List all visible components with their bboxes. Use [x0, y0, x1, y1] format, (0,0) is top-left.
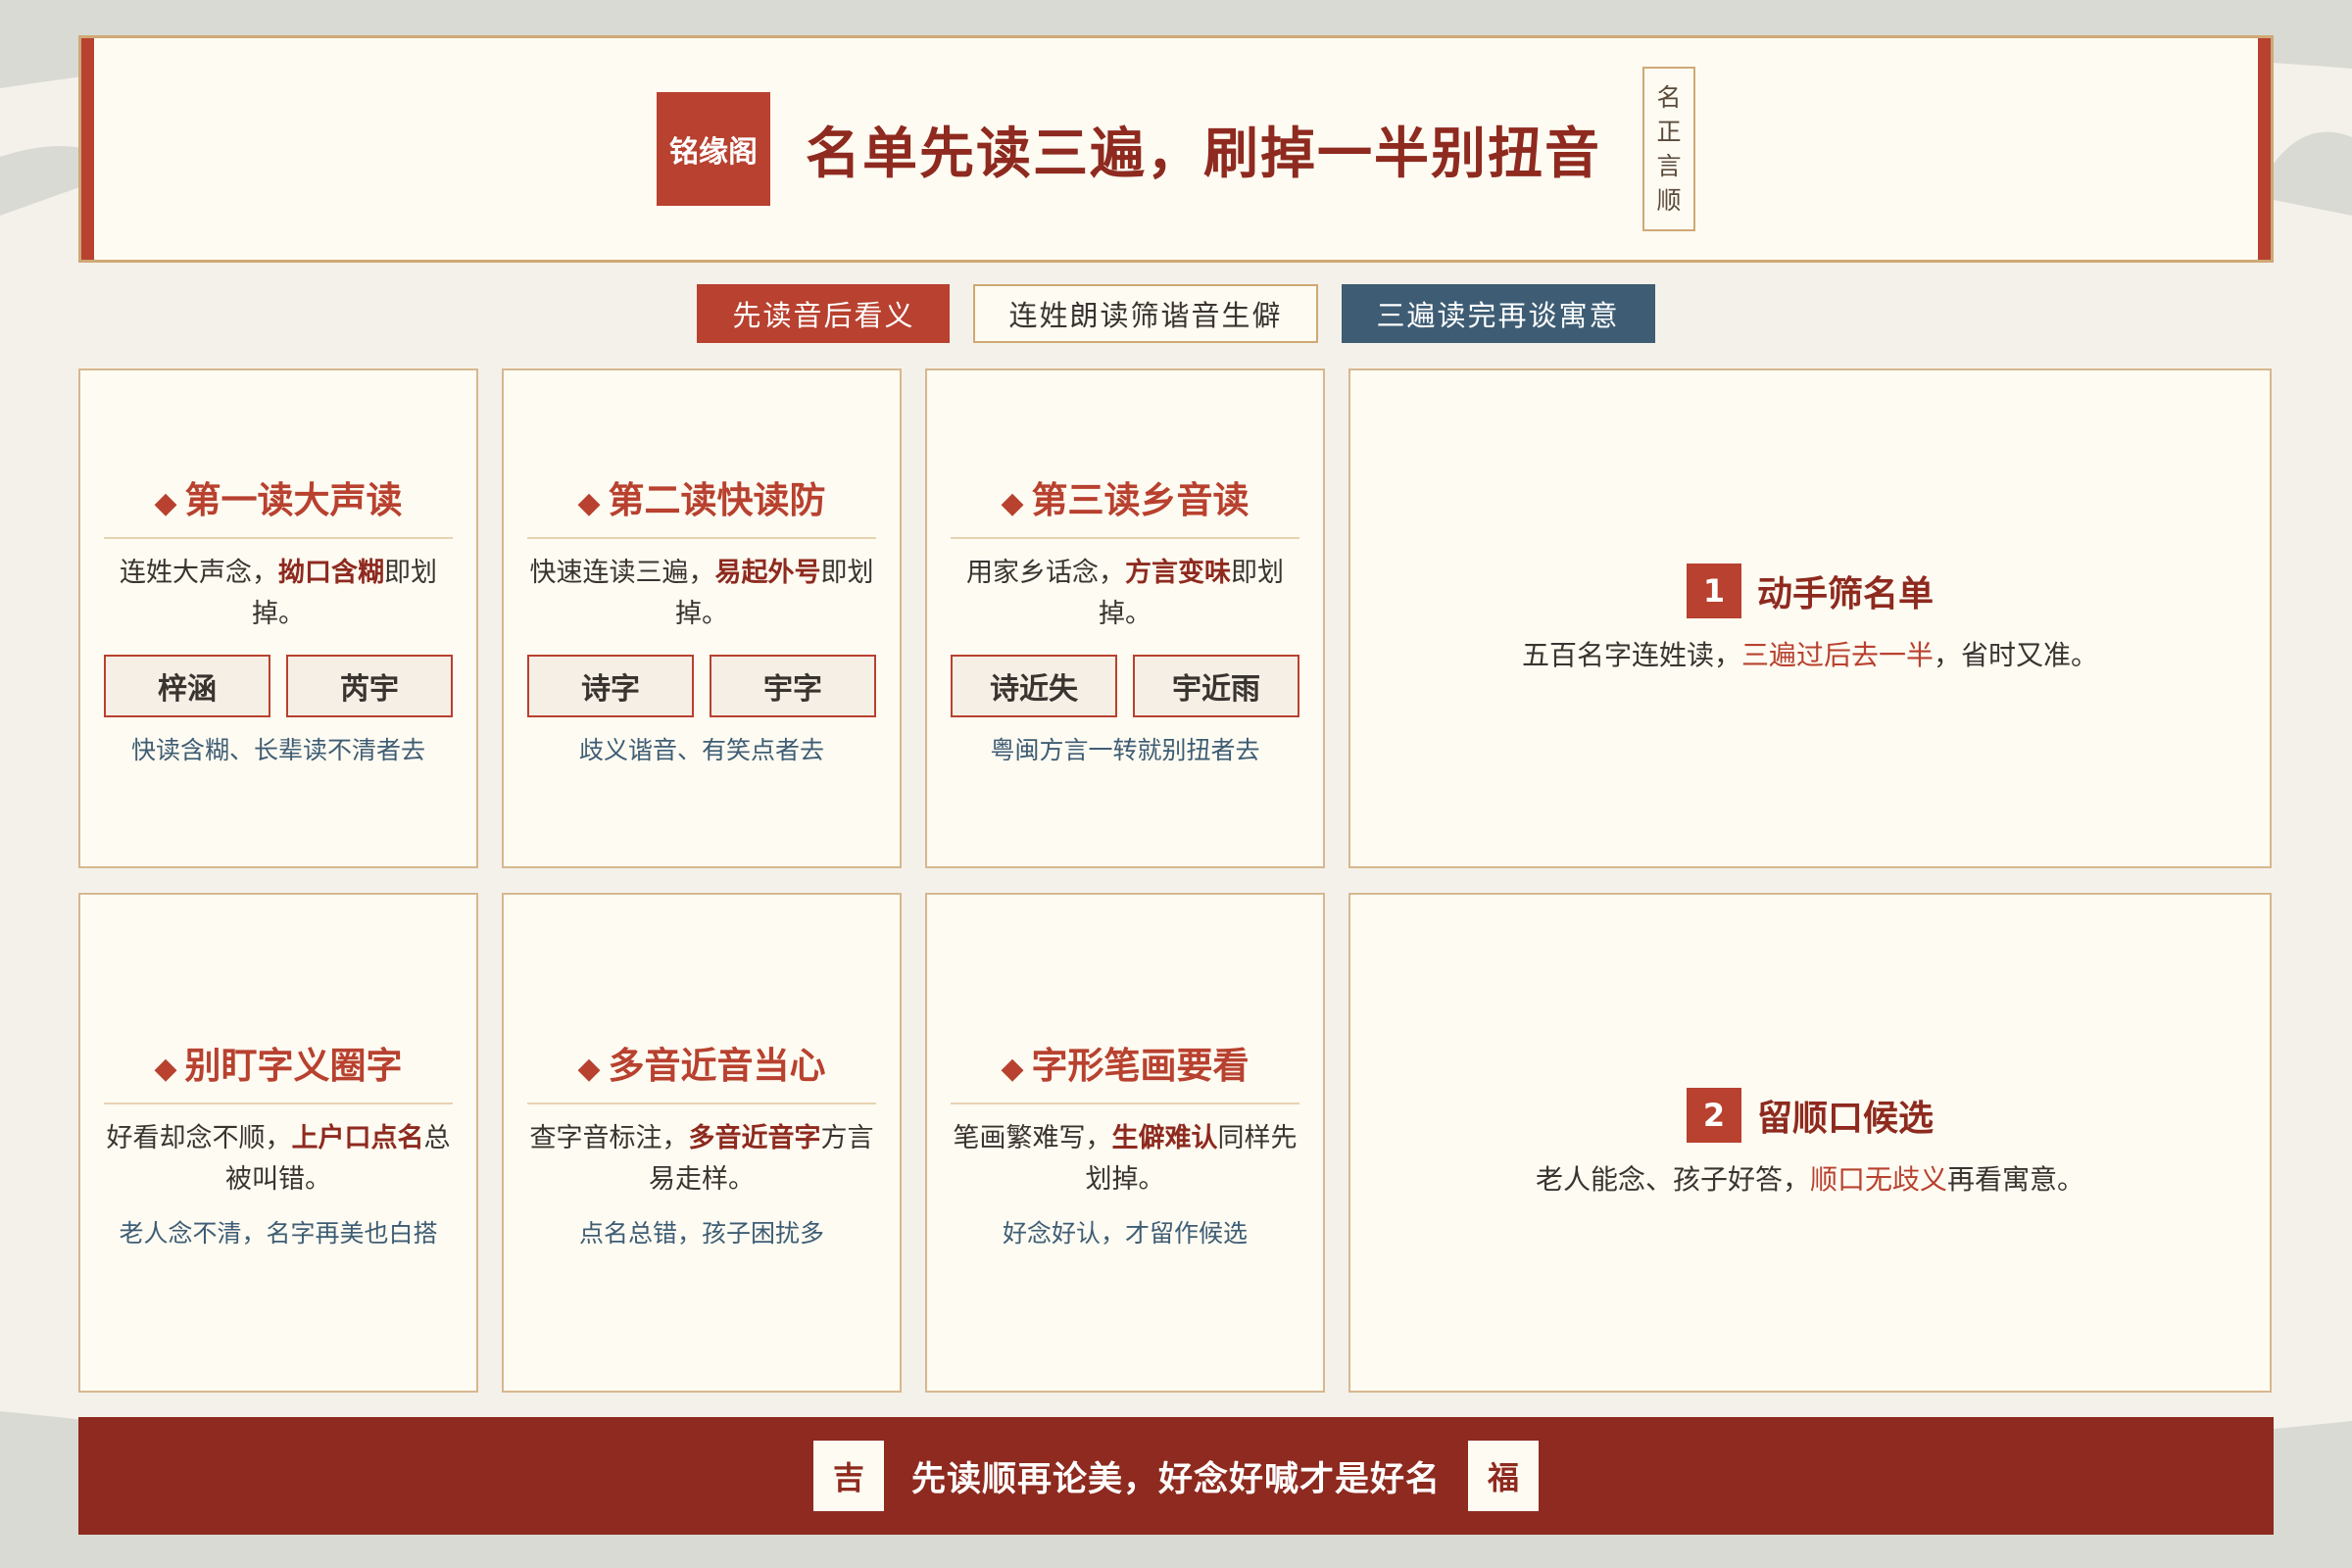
example-chip: 梓涵	[104, 655, 270, 717]
step-heading: 1 动手筛名单	[1686, 564, 1934, 618]
example-chip: 宇近雨	[1133, 655, 1299, 717]
card-note: 粤闽方言一转就别扭者去	[990, 736, 1260, 764]
card-title: ◆ 多音近音当心	[527, 1036, 876, 1104]
card-note: 好念好认，才留作候选	[1002, 1219, 1248, 1248]
card-read-aloud: ◆ 第一读大声读 连姓大声念，拗口含糊即划掉。 梓涵 芮宇 快读含糊、长辈读不清者…	[78, 368, 478, 868]
card-title: ◆ 第三读乡音读	[951, 470, 1299, 539]
card-fast-read: ◆ 第二读快读防 快速连读三遍，易起外号即划掉。 诗字 宇字 歧义谐音、有笑点者去	[502, 368, 902, 868]
fortune-seal: 福	[1468, 1441, 1539, 1511]
step-card-2: 2 留顺口候选 老人能念、孩子好答，顺口无歧义再看寓意。	[1348, 893, 2272, 1393]
tag-read-sound-first: 先读音后看义	[697, 284, 951, 343]
card-description: 用家乡话念，方言变味即划掉。	[966, 558, 1284, 629]
card-note: 点名总错，孩子困扰多	[578, 1219, 824, 1248]
card-description: 快速连读三遍，易起外号即划掉。	[529, 558, 874, 629]
card-title: ◆ 第一读大声读	[104, 470, 453, 539]
step-number-badge: 1	[1686, 564, 1741, 618]
motto-char: 言	[1656, 152, 1682, 180]
footer-slogan: 先读顺再论美，好念好喊才是好名	[910, 1458, 1441, 1499]
diamond-icon: ◆	[577, 1052, 601, 1086]
brand-seal: 铭缘阁	[657, 92, 770, 206]
example-chip: 诗近失	[951, 655, 1117, 717]
vertical-motto: 名 正 言 顺	[1642, 67, 1695, 231]
card-polyphone: ◆ 多音近音当心 查字音标注，多音近音字方言易走样。 点名总错，孩子困扰多	[502, 893, 902, 1393]
luck-seal: 吉	[812, 1441, 884, 1511]
card-title: ◆ 第二读快读防	[527, 470, 876, 539]
card-description: 查字音标注，多音近音字方言易走样。	[529, 1123, 874, 1195]
tag-filter-homophones: 连姓朗读筛谐音生僻	[973, 284, 1318, 343]
example-chips: 梓涵 芮宇	[104, 655, 453, 717]
step-number-badge: 2	[1686, 1088, 1741, 1143]
card-stroke-shape: ◆ 字形笔画要看 笔画繁难写，生僻难认同样先划掉。 好念好认，才留作候选	[925, 893, 1325, 1393]
diamond-icon: ◆	[577, 486, 601, 520]
content-grid: ◆ 第一读大声读 连姓大声念，拗口含糊即划掉。 梓涵 芮宇 快读含糊、长辈读不清者…	[78, 368, 2274, 1393]
step-title: 留顺口候选	[1756, 1098, 1934, 1139]
motto-char: 正	[1656, 118, 1682, 146]
tag-row: 先读音后看义 连姓朗读筛谐音生僻 三遍读完再谈寓意	[78, 284, 2274, 343]
card-note: 快读含糊、长辈读不清者去	[130, 736, 425, 764]
example-chip: 诗字	[527, 655, 694, 717]
diamond-icon: ◆	[154, 1052, 177, 1086]
example-chip: 芮宇	[286, 655, 453, 717]
example-chip: 宇字	[710, 655, 876, 717]
step-description: 五百名字连姓读，三遍过后去一半，省时又准。	[1521, 639, 2099, 671]
diamond-icon: ◆	[154, 486, 177, 520]
motto-char: 顺	[1656, 186, 1682, 215]
step-heading: 2 留顺口候选	[1686, 1088, 1934, 1143]
example-chips: 诗字 宇字	[527, 655, 876, 717]
diamond-icon: ◆	[1001, 1052, 1024, 1086]
card-description: 连姓大声念，拗口含糊即划掉。	[120, 558, 437, 629]
card-dialect-read: ◆ 第三读乡音读 用家乡话念，方言变味即划掉。 诗近失 宇近雨 粤闽方言一转就别扭…	[925, 368, 1325, 868]
header-banner: 铭缘阁 名单先读三遍，刷掉一半别扭音 名 正 言 顺	[78, 35, 2274, 263]
step-title: 动手筛名单	[1756, 573, 1934, 614]
motto-char: 名	[1656, 83, 1682, 112]
card-meaning-trap: ◆ 别盯字义圈字 好看却念不顺，上户口点名总被叫错。 老人念不清，名字再美也白搭	[78, 893, 478, 1393]
card-title: ◆ 别盯字义圈字	[104, 1036, 453, 1104]
diamond-icon: ◆	[1001, 486, 1024, 520]
card-note: 歧义谐音、有笑点者去	[578, 736, 824, 764]
card-description: 好看却念不顺，上户口点名总被叫错。	[106, 1123, 451, 1195]
step-description: 老人能念、孩子好答，顺口无歧义再看寓意。	[1535, 1163, 2085, 1196]
example-chips: 诗近失 宇近雨	[951, 655, 1299, 717]
tag-meaning-after: 三遍读完再谈寓意	[1341, 284, 1655, 343]
poster: 铭缘阁 名单先读三遍，刷掉一半别扭音 名 正 言 顺 先读音后看义 连姓朗读筛谐…	[78, 35, 2274, 1535]
card-description: 笔画繁难写，生僻难认同样先划掉。	[953, 1123, 1298, 1195]
footer-banner: 吉 先读顺再论美，好念好喊才是好名 福	[78, 1417, 2274, 1535]
page-title: 名单先读三遍，刷掉一半别扭音	[806, 121, 1601, 186]
card-note: 老人念不清，名字再美也白搭	[119, 1219, 438, 1248]
step-card-1: 1 动手筛名单 五百名字连姓读，三遍过后去一半，省时又准。	[1348, 368, 2272, 868]
card-title: ◆ 字形笔画要看	[951, 1036, 1299, 1104]
